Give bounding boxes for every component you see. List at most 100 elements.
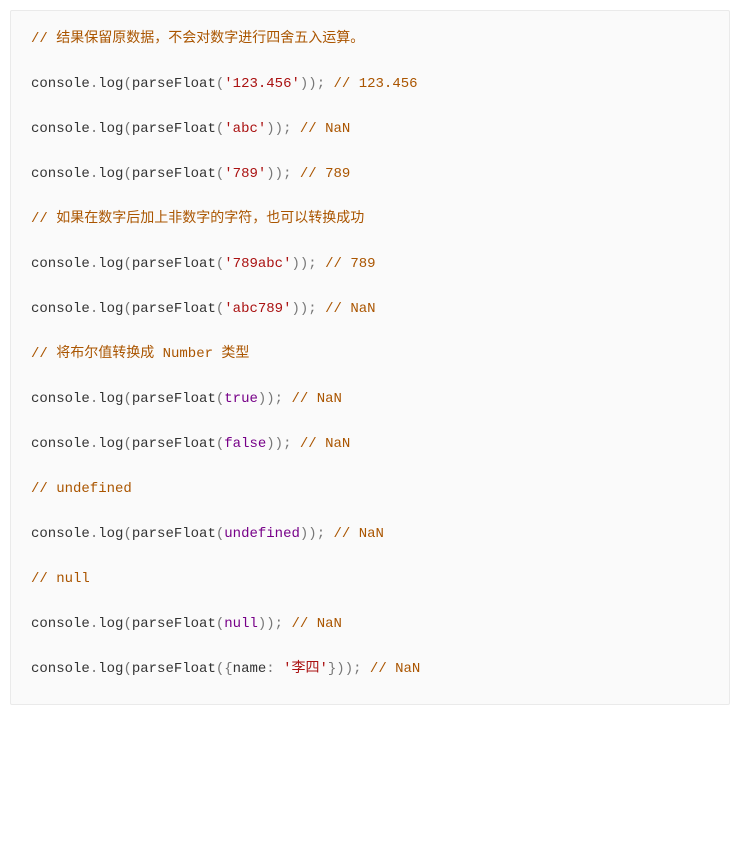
code-token: parseFloat [132,301,216,317]
code-token: ( [216,76,224,92]
code-token: . [90,616,98,632]
code-token: // 结果保留原数据，不会对数字进行四舍五入运算。 [31,31,364,47]
code-token [317,301,325,317]
code-token [325,76,333,92]
code-token [292,166,300,182]
code-token [325,526,333,542]
code-token: ( [216,121,224,137]
code-token: // 123.456 [334,76,418,92]
code-line: console.log(parseFloat(null)); // NaN [31,614,709,635]
code-token: parseFloat [132,661,216,677]
code-token: parseFloat [132,256,216,272]
code-token: '123.456' [224,76,300,92]
code-token: parseFloat [132,76,216,92]
code-token: ( [216,256,224,272]
code-token: log [98,121,123,137]
code-token: . [90,256,98,272]
code-token [283,616,291,632]
code-token: '李四' [283,661,328,677]
code-token: // NaN [334,526,384,542]
code-token: ( [123,526,131,542]
code-token: . [90,76,98,92]
code-token: // NaN [300,436,350,452]
code-token: )); [300,76,325,92]
code-line: console.log(parseFloat(undefined)); // N… [31,524,709,545]
code-token: log [98,301,123,317]
code-token: ({ [216,661,233,677]
code-token: console [31,256,90,272]
code-token: ( [216,526,224,542]
code-token: console [31,436,90,452]
code-token: parseFloat [132,526,216,542]
code-token: 'abc' [224,121,266,137]
code-token: . [90,121,98,137]
code-token: . [90,166,98,182]
code-token: ( [123,301,131,317]
code-token: ( [123,166,131,182]
code-token [292,121,300,137]
code-token: // null [31,571,90,587]
code-line: // undefined [31,479,709,500]
code-token: true [224,391,258,407]
code-token: // NaN [292,616,342,632]
code-token: . [90,391,98,407]
code-token [283,391,291,407]
code-token: ( [123,661,131,677]
code-token: . [90,526,98,542]
code-token: )); [266,166,291,182]
code-token [362,661,370,677]
code-token: log [98,526,123,542]
code-token: log [98,256,123,272]
code-token [292,436,300,452]
code-token: name [233,661,267,677]
code-token: // NaN [370,661,420,677]
code-token: ( [123,121,131,137]
code-token: parseFloat [132,436,216,452]
code-token: . [90,301,98,317]
code-token: console [31,301,90,317]
code-line: console.log(parseFloat('789')); // 789 [31,164,709,185]
code-line: console.log(parseFloat('789abc')); // 78… [31,254,709,275]
code-token: '789abc' [224,256,291,272]
code-line: console.log(parseFloat({name: '李四'})); /… [31,659,709,680]
code-token: // NaN [325,301,375,317]
code-token: '789' [224,166,266,182]
code-token: log [98,166,123,182]
code-token: false [224,436,266,452]
code-token: console [31,526,90,542]
code-token: parseFloat [132,616,216,632]
code-token: console [31,661,90,677]
code-token: console [31,121,90,137]
code-token: console [31,76,90,92]
code-token: null [224,616,258,632]
code-token: // undefined [31,481,132,497]
code-token: ( [216,301,224,317]
code-token: ( [123,256,131,272]
code-token: log [98,76,123,92]
code-line: // 如果在数字后加上非数字的字符，也可以转换成功 [31,209,709,230]
code-token [317,256,325,272]
code-token: )); [266,436,291,452]
code-token: ( [123,436,131,452]
code-token: console [31,391,90,407]
code-token: parseFloat [132,166,216,182]
code-token: })); [328,661,362,677]
code-token: )); [258,391,283,407]
code-block: // 结果保留原数据，不会对数字进行四舍五入运算。console.log(par… [10,10,730,705]
code-token: . [90,436,98,452]
code-token: // NaN [292,391,342,407]
code-token: . [90,661,98,677]
code-token: )); [266,121,291,137]
code-line: console.log(parseFloat('123.456')); // 1… [31,74,709,95]
code-line: console.log(parseFloat('abc789')); // Na… [31,299,709,320]
code-token: // 789 [300,166,350,182]
code-token: ( [216,436,224,452]
code-token: console [31,616,90,632]
code-token: log [98,661,123,677]
code-token: log [98,391,123,407]
code-line: // null [31,569,709,590]
code-line: console.log(parseFloat(true)); // NaN [31,389,709,410]
code-token: ( [216,616,224,632]
code-token: parseFloat [132,121,216,137]
code-token: ( [123,76,131,92]
